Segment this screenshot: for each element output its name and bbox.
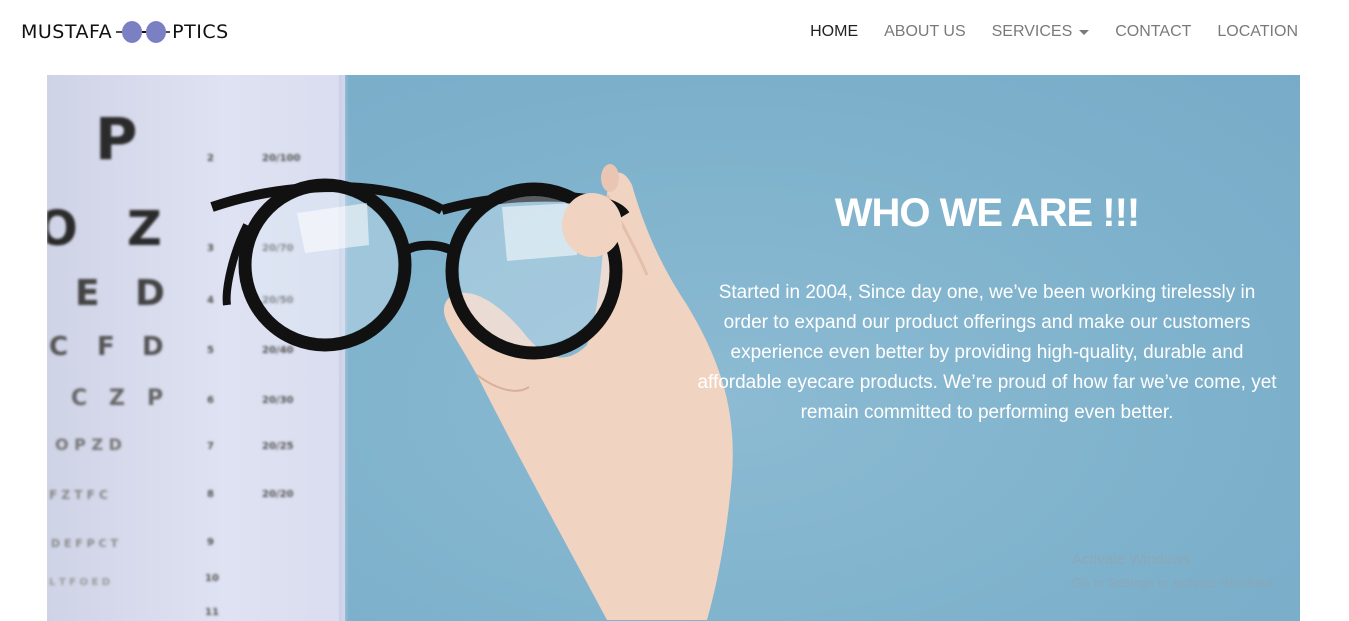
navbar: MUSTAFA PTICS HOME ABOUT US SERVICES CON… xyxy=(0,0,1349,64)
hero-title: WHO WE ARE !!! xyxy=(834,191,1140,235)
brand-name-right: PTICS xyxy=(172,21,229,43)
glasses-icon xyxy=(116,21,171,43)
brand-name-left: MUSTAFA xyxy=(21,21,113,43)
nav-location[interactable]: LOCATION xyxy=(1204,20,1311,44)
nav-home[interactable]: HOME xyxy=(797,20,871,44)
nav-contact[interactable]: CONTACT xyxy=(1102,20,1204,44)
chevron-down-icon xyxy=(1079,29,1090,35)
hero-banner: P O Z E D C F D C Z P O P Z D F Z T F C … xyxy=(47,75,1300,621)
activate-windows-watermark: Activate Windows Go to Settings to activ… xyxy=(1072,548,1342,594)
watermark-title: Activate Windows xyxy=(1072,551,1191,568)
nav-about-us[interactable]: ABOUT US xyxy=(871,20,979,44)
brand-logo[interactable]: MUSTAFA PTICS xyxy=(21,18,229,46)
watermark-subtitle: Go to Settings to activate Windows. xyxy=(1072,575,1278,590)
nav-services-label: SERVICES xyxy=(991,23,1073,40)
nav-services[interactable]: SERVICES xyxy=(979,20,1103,44)
main-nav: HOME ABOUT US SERVICES CONTACT LOCATION xyxy=(797,20,1311,44)
hero-description: Started in 2004, Since day one, we’ve be… xyxy=(697,282,1277,423)
